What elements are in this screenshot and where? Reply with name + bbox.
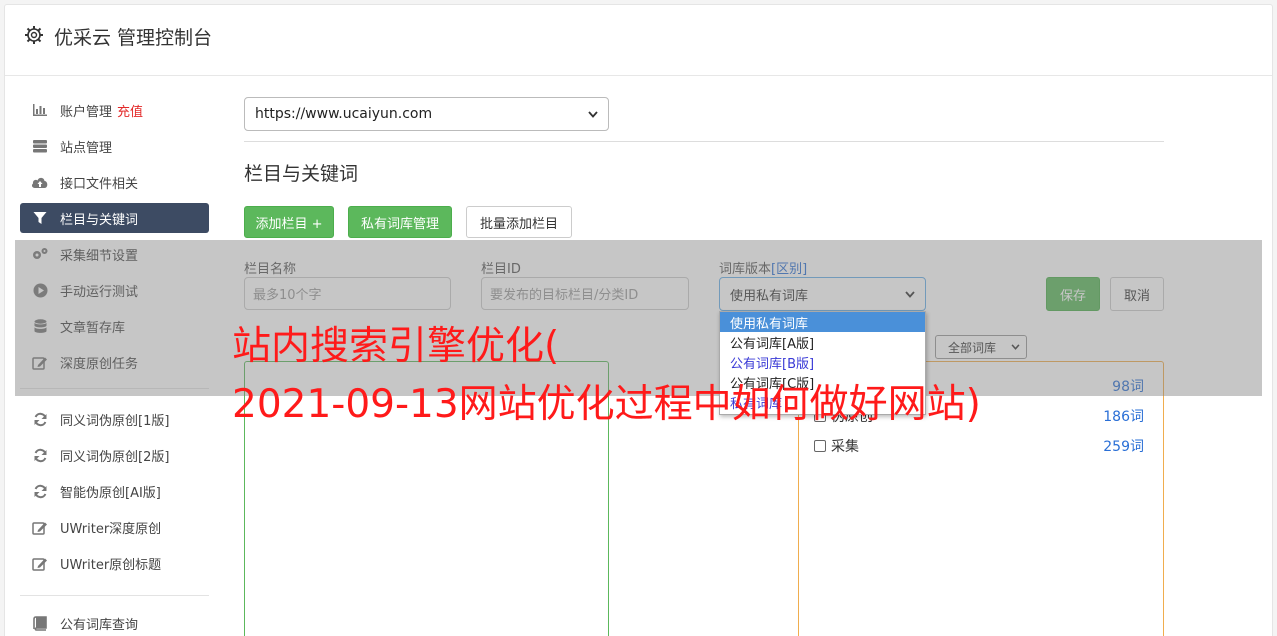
sidebar-item-label: UWriter深度原创 bbox=[60, 521, 162, 537]
sidebar-item-label: 站点管理 bbox=[60, 140, 113, 156]
dropdown-option[interactable]: 公有词库[B版] bbox=[720, 352, 925, 372]
page-header: 优采云 管理控制台 bbox=[5, 5, 1272, 76]
filter-icon bbox=[31, 210, 49, 226]
book-icon bbox=[31, 615, 49, 631]
watermark-line-2: 2021-09-13网站优化过程中如何做好网站) bbox=[232, 382, 981, 427]
sidebar-item-label: UWriter原创标题 bbox=[60, 557, 162, 573]
edit-icon bbox=[31, 519, 49, 535]
chevron-down-icon bbox=[588, 110, 598, 118]
sidebar-item-label: 智能伪原创[AI版] bbox=[60, 485, 161, 501]
page-title: 优采云 管理控制台 bbox=[54, 27, 213, 49]
sidebar-item-account[interactable]: 账户管理 充值 bbox=[20, 95, 209, 125]
sidebar-item-label: 栏目与关键词 bbox=[60, 212, 139, 228]
sidebar-item-synonym-v1[interactable]: 同义词伪原创[1版] bbox=[20, 404, 209, 434]
edit-icon bbox=[31, 555, 49, 571]
sidebar-item-columns[interactable]: 栏目与关键词 bbox=[20, 203, 209, 233]
library-row-count: 259词 bbox=[1103, 439, 1144, 455]
sidebar-item-label: 同义词伪原创[1版] bbox=[60, 413, 170, 429]
sidebar-item-label: 公有词库查询 bbox=[60, 617, 139, 633]
refresh-icon bbox=[31, 483, 49, 499]
overlay-band bbox=[15, 240, 1262, 396]
library-checkbox[interactable] bbox=[814, 440, 826, 452]
sidebar-item-label: 同义词伪原创[2版] bbox=[60, 449, 170, 465]
recharge-link[interactable]: 充值 bbox=[117, 101, 143, 120]
sidebar-item-label: 账户管理 bbox=[60, 104, 113, 120]
batch-add-button[interactable]: 批量添加栏目 bbox=[466, 206, 572, 238]
sidebar-item-uwriter-deep[interactable]: UWriter深度原创 bbox=[20, 512, 209, 542]
sidebar-item-sites[interactable]: 站点管理 bbox=[20, 131, 209, 161]
sidebar-item-label: 接口文件相关 bbox=[60, 176, 139, 192]
refresh-icon bbox=[31, 447, 49, 463]
watermark-line-1: 站内搜索引擎优化( bbox=[232, 324, 560, 369]
server-icon bbox=[31, 138, 49, 154]
bar-chart-icon bbox=[31, 102, 49, 118]
sidebar-item-uwriter-title[interactable]: UWriter原创标题 bbox=[20, 548, 209, 578]
refresh-icon bbox=[31, 411, 49, 427]
dropdown-option[interactable]: 公有词库[A版] bbox=[720, 332, 925, 352]
gear-icon bbox=[25, 26, 43, 44]
sidebar-item-public-lib[interactable]: 公有词库查询 bbox=[20, 608, 209, 636]
divider bbox=[244, 141, 1164, 142]
sidebar-item-synonym-v2[interactable]: 同义词伪原创[2版] bbox=[20, 440, 209, 470]
sidebar-item-interface[interactable]: 接口文件相关 bbox=[20, 167, 209, 197]
sidebar-divider bbox=[20, 595, 209, 596]
library-row[interactable]: 采集 259词 bbox=[814, 436, 1144, 456]
site-select[interactable]: https://www.ucaiyun.com bbox=[244, 97, 609, 131]
library-row-count: 186词 bbox=[1103, 409, 1144, 425]
library-row-label: 采集 bbox=[831, 439, 859, 455]
add-column-button[interactable]: 添加栏目 + bbox=[244, 206, 334, 238]
sidebar-item-ai-rewrite[interactable]: 智能伪原创[AI版] bbox=[20, 476, 209, 506]
cloud-upload-icon bbox=[31, 174, 49, 190]
private-lib-button[interactable]: 私有词库管理 bbox=[348, 206, 452, 238]
site-select-value: https://www.ucaiyun.com bbox=[255, 106, 433, 122]
dropdown-option[interactable]: 使用私有词库 bbox=[720, 312, 925, 332]
section-title: 栏目与关键词 bbox=[244, 163, 359, 185]
